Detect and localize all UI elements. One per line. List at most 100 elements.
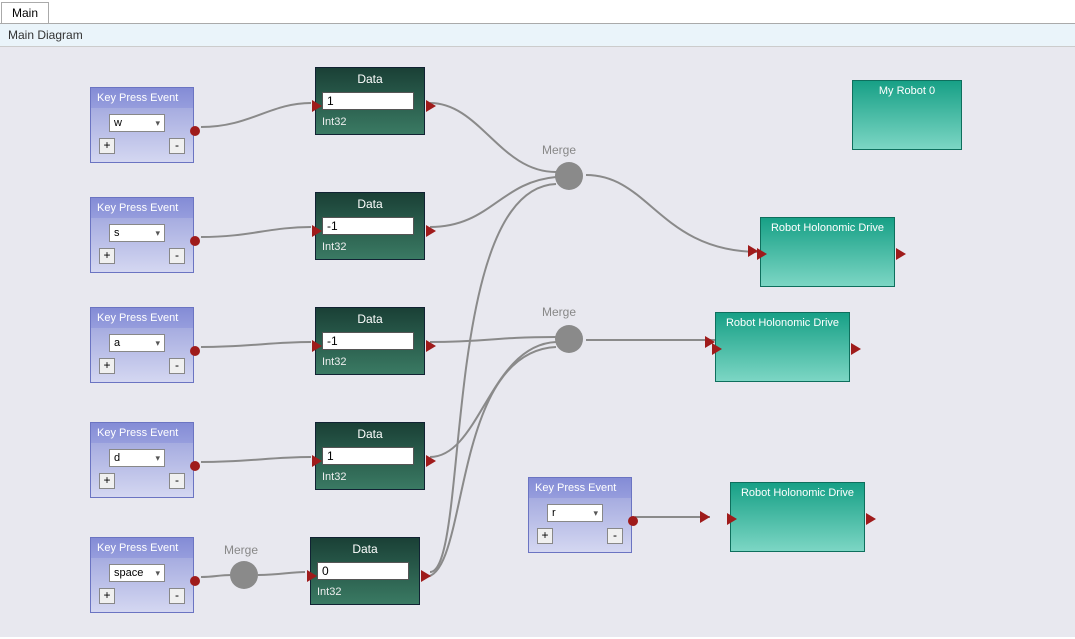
chevron-down-icon: ▾ — [155, 568, 160, 579]
node-title: Data — [316, 308, 424, 330]
merge-label: Merge — [542, 305, 576, 319]
value-input[interactable] — [322, 92, 414, 110]
holonomic-drive-node[interactable]: Robot Holonomic Drive — [760, 217, 895, 287]
key-value: a — [114, 337, 120, 349]
keypress-node[interactable]: Key Press Event r▾ + - — [528, 477, 632, 553]
input-port[interactable] — [307, 570, 317, 582]
node-title: Data — [316, 423, 424, 445]
node-title: My Robot 0 — [853, 81, 961, 101]
output-port[interactable] — [851, 343, 861, 355]
key-select[interactable]: space ▾ — [109, 564, 165, 582]
input-port[interactable] — [312, 225, 322, 237]
merge-label: Merge — [224, 543, 258, 557]
output-port[interactable] — [426, 100, 436, 112]
key-select[interactable]: a▾ — [109, 334, 165, 352]
merge-node[interactable] — [230, 561, 258, 589]
key-value: w — [114, 117, 122, 129]
output-port[interactable] — [426, 455, 436, 467]
keypress-node[interactable]: Key Press Event a▾ + - — [90, 307, 194, 383]
value-input[interactable] — [322, 217, 414, 235]
keypress-node[interactable]: Key Press Event d▾ + - — [90, 422, 194, 498]
input-port[interactable] — [727, 513, 737, 525]
diagram-canvas[interactable]: Key Press Event w▾ + - Key Press Event s… — [0, 47, 1075, 637]
plus-button[interactable]: + — [99, 473, 115, 489]
type-label: Int32 — [316, 112, 424, 134]
key-value: s — [114, 227, 120, 239]
chevron-down-icon: ▾ — [155, 453, 160, 464]
robot-node[interactable]: My Robot 0 — [852, 80, 962, 150]
type-label: Int32 — [316, 467, 424, 489]
data-node[interactable]: Data Int32 — [315, 67, 425, 135]
key-select[interactable]: w▾ — [109, 114, 165, 132]
data-node[interactable]: Data Int32 — [310, 537, 420, 605]
keypress-node[interactable]: Key Press Event space ▾ + - — [90, 537, 194, 613]
value-input[interactable] — [317, 562, 409, 580]
minus-button[interactable]: - — [169, 588, 185, 604]
keypress-node[interactable]: Key Press Event w▾ + - — [90, 87, 194, 163]
value-input[interactable] — [322, 332, 414, 350]
plus-button[interactable]: + — [99, 248, 115, 264]
plus-button[interactable]: + — [537, 528, 553, 544]
key-value: r — [552, 507, 556, 519]
merge-node[interactable] — [555, 162, 583, 190]
output-port[interactable] — [421, 570, 431, 582]
arrow-icon — [748, 245, 758, 257]
node-title: Data — [316, 193, 424, 215]
plus-button[interactable]: + — [99, 358, 115, 374]
merge-label: Merge — [542, 143, 576, 157]
data-node[interactable]: Data Int32 — [315, 422, 425, 490]
output-port[interactable] — [190, 461, 200, 471]
type-label: Int32 — [311, 582, 419, 604]
minus-button[interactable]: - — [169, 473, 185, 489]
input-port[interactable] — [312, 100, 322, 112]
node-title: Key Press Event — [91, 88, 193, 108]
arrow-icon — [705, 336, 715, 348]
chevron-down-icon: ▾ — [155, 338, 160, 349]
chevron-down-icon: ▾ — [155, 228, 160, 239]
output-port[interactable] — [190, 126, 200, 136]
output-port[interactable] — [628, 516, 638, 526]
chevron-down-icon: ▾ — [155, 118, 160, 129]
holonomic-drive-node[interactable]: Robot Holonomic Drive — [715, 312, 850, 382]
key-value: space — [114, 567, 143, 579]
node-title: Key Press Event — [91, 423, 193, 443]
key-select[interactable]: d▾ — [109, 449, 165, 467]
type-label: Int32 — [316, 237, 424, 259]
data-node[interactable]: Data Int32 — [315, 307, 425, 375]
node-title: Key Press Event — [529, 478, 631, 498]
key-select[interactable]: r▾ — [547, 504, 603, 522]
node-title: Robot Holonomic Drive — [731, 483, 864, 503]
output-port[interactable] — [190, 346, 200, 356]
output-port[interactable] — [426, 225, 436, 237]
node-title: Robot Holonomic Drive — [761, 218, 894, 238]
node-title: Key Press Event — [91, 198, 193, 218]
tab-main[interactable]: Main — [1, 2, 49, 23]
node-title: Key Press Event — [91, 538, 193, 558]
node-title: Data — [311, 538, 419, 560]
merge-node[interactable] — [555, 325, 583, 353]
holonomic-drive-node[interactable]: Robot Holonomic Drive — [730, 482, 865, 552]
output-port[interactable] — [190, 576, 200, 586]
data-node[interactable]: Data Int32 — [315, 192, 425, 260]
node-title: Robot Holonomic Drive — [716, 313, 849, 333]
minus-button[interactable]: - — [169, 248, 185, 264]
output-port[interactable] — [190, 236, 200, 246]
input-port[interactable] — [757, 248, 767, 260]
node-title: Key Press Event — [91, 308, 193, 328]
value-input[interactable] — [322, 447, 414, 465]
chevron-down-icon: ▾ — [593, 508, 598, 519]
minus-button[interactable]: - — [607, 528, 623, 544]
output-port[interactable] — [896, 248, 906, 260]
key-select[interactable]: s▾ — [109, 224, 165, 242]
output-port[interactable] — [426, 340, 436, 352]
plus-button[interactable]: + — [99, 138, 115, 154]
tab-bar: Main — [0, 0, 1075, 24]
output-port[interactable] — [866, 513, 876, 525]
keypress-node[interactable]: Key Press Event s▾ + - — [90, 197, 194, 273]
minus-button[interactable]: - — [169, 138, 185, 154]
subheader: Main Diagram — [0, 24, 1075, 47]
input-port[interactable] — [312, 455, 322, 467]
plus-button[interactable]: + — [99, 588, 115, 604]
minus-button[interactable]: - — [169, 358, 185, 374]
input-port[interactable] — [312, 340, 322, 352]
